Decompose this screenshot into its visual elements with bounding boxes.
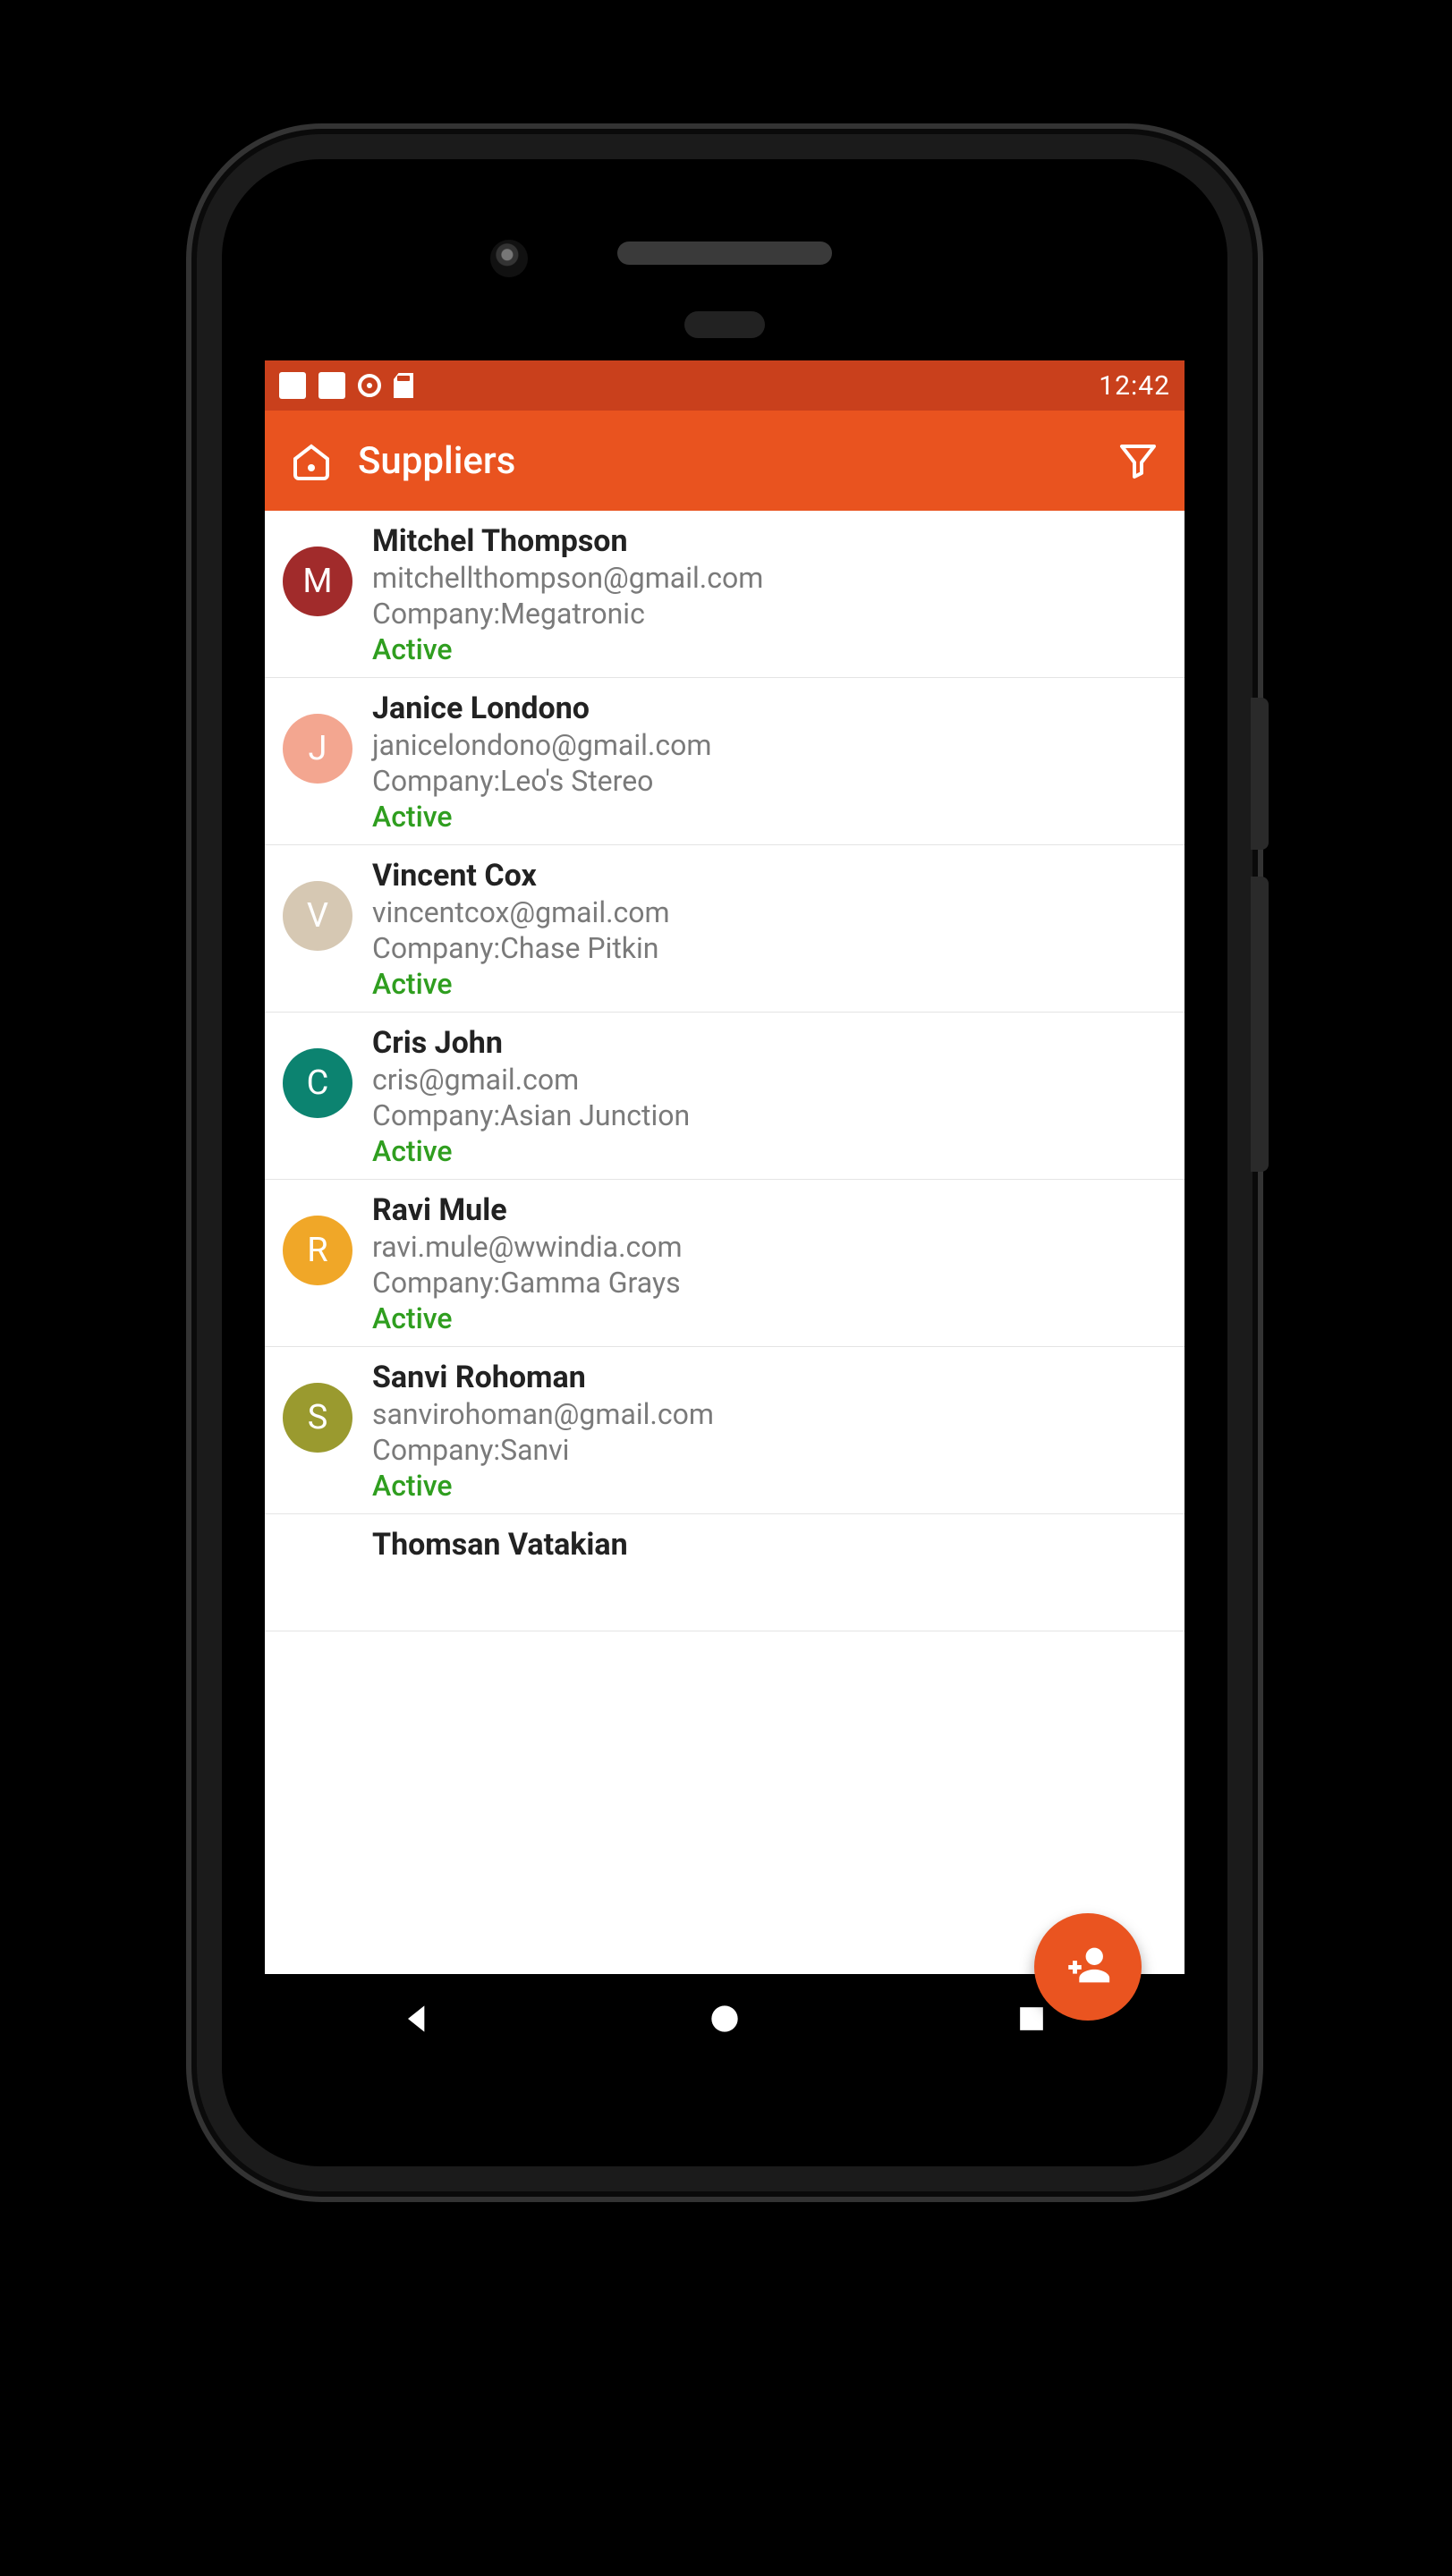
supplier-row[interactable]: TThomsan Vatakian: [265, 1514, 1185, 1631]
supplier-email: ravi.mule@wwindia.com: [372, 1230, 1167, 1264]
supplier-status: Active: [372, 1469, 1167, 1503]
supplier-company: Company:Sanvi: [372, 1433, 1167, 1467]
record-icon: [358, 374, 381, 397]
supplier-name: Mitchel Thompson: [372, 523, 1167, 559]
supplier-email: janicelondono@gmail.com: [372, 728, 1167, 762]
avatar: C: [283, 1048, 352, 1118]
app-bar: Suppliers: [265, 411, 1185, 511]
supplier-status: Active: [372, 800, 1167, 834]
supplier-name: Cris John: [372, 1025, 1167, 1061]
company-value: Chase Pitkin: [500, 931, 658, 965]
supplier-name: Thomsan Vatakian: [372, 1527, 1167, 1563]
company-label: Company:: [372, 931, 500, 965]
supplier-company: Company:Chase Pitkin: [372, 931, 1167, 965]
supplier-email: cris@gmail.com: [372, 1063, 1167, 1097]
supplier-company: Company:Megatronic: [372, 597, 1167, 631]
clock-time: 12:42: [1099, 370, 1170, 402]
company-label: Company:: [372, 1266, 500, 1300]
company-label: Company:: [372, 1433, 500, 1467]
supplier-company: Company:Asian Junction: [372, 1098, 1167, 1132]
supplier-row[interactable]: R Ravi Muleravi.mule@wwindia.comCompany:G…: [265, 1180, 1185, 1347]
screen: 12:42 Suppliers M Mitchel Thompsonmitchel…: [265, 360, 1185, 2063]
phone-camera: [490, 240, 528, 277]
supplier-row[interactable]: V Vincent Coxvincentcox@gmail.comCompany:…: [265, 845, 1185, 1013]
supplier-row-body: Mitchel Thompsonmitchellthompson@gmail.c…: [372, 523, 1167, 666]
supplier-name: Janice Londono: [372, 691, 1167, 726]
supplier-row[interactable]: S Sanvi Rohomansanvirohoman@gmail.comComp…: [265, 1347, 1185, 1514]
company-label: Company:: [372, 597, 500, 631]
supplier-status: Active: [372, 1134, 1167, 1168]
supplier-company: Company:Gamma Grays: [372, 1266, 1167, 1300]
company-value: Leo's Stereo: [500, 764, 653, 798]
status-bar: 12:42: [265, 360, 1185, 411]
avatar: M: [283, 547, 352, 616]
filter-icon[interactable]: [1113, 436, 1163, 486]
phone-frame: 12:42 Suppliers M Mitchel Thompsonmitchel…: [197, 134, 1252, 2191]
supplier-status: Active: [372, 1301, 1167, 1335]
status-indicator-icon: [318, 372, 345, 399]
supplier-company: Company:Leo's Stereo: [372, 764, 1167, 798]
supplier-email: mitchellthompson@gmail.com: [372, 561, 1167, 595]
company-label: Company:: [372, 1098, 500, 1132]
supplier-row[interactable]: M Mitchel Thompsonmitchellthompson@gmail.…: [265, 511, 1185, 678]
status-bar-right: 12:42: [1072, 370, 1170, 402]
phone-bezel: 12:42 Suppliers M Mitchel Thompsonmitchel…: [222, 159, 1227, 2166]
add-supplier-button[interactable]: [1034, 1913, 1142, 2021]
company-label: Company:: [372, 764, 500, 798]
page-title: Suppliers: [358, 439, 1091, 483]
avatar: R: [283, 1216, 352, 1285]
company-value: Gamma Grays: [500, 1266, 681, 1300]
company-value: Megatronic: [500, 597, 645, 631]
back-button[interactable]: [391, 1992, 445, 2046]
supplier-name: Vincent Cox: [372, 858, 1167, 894]
sd-card-icon: [394, 373, 413, 398]
home-icon[interactable]: [286, 436, 336, 486]
supplier-status: Active: [372, 967, 1167, 1001]
avatar: S: [283, 1383, 352, 1453]
supplier-email: vincentcox@gmail.com: [372, 895, 1167, 929]
avatar: V: [283, 881, 352, 951]
supplier-row-body: Thomsan Vatakian: [372, 1527, 1167, 1563]
supplier-email: sanvirohoman@gmail.com: [372, 1397, 1167, 1431]
supplier-row-body: Sanvi Rohomansanvirohoman@gmail.comCompa…: [372, 1360, 1167, 1503]
supplier-row-body: Vincent Coxvincentcox@gmail.comCompany:C…: [372, 858, 1167, 1001]
status-indicator-icon: [279, 372, 306, 399]
avatar: J: [283, 714, 352, 784]
home-button[interactable]: [698, 1992, 751, 2046]
status-bar-left: [279, 372, 413, 399]
supplier-status: Active: [372, 632, 1167, 666]
supplier-list[interactable]: M Mitchel Thompsonmitchellthompson@gmail.…: [265, 511, 1185, 1974]
supplier-row[interactable]: C Cris Johncris@gmail.comCompany:Asian Ju…: [265, 1013, 1185, 1180]
supplier-row-body: Ravi Muleravi.mule@wwindia.comCompany:Ga…: [372, 1192, 1167, 1335]
supplier-name: Ravi Mule: [372, 1192, 1167, 1228]
stage: 12:42 Suppliers M Mitchel Thompsonmitchel…: [0, 0, 1452, 2576]
add-person-icon: [1062, 1939, 1114, 1995]
supplier-name: Sanvi Rohoman: [372, 1360, 1167, 1395]
phone-sensor: [684, 311, 765, 338]
side-button: [1251, 698, 1269, 850]
side-button: [1251, 877, 1269, 1172]
supplier-row-body: Cris Johncris@gmail.comCompany:Asian Jun…: [372, 1025, 1167, 1168]
supplier-row-body: Janice Londonojanicelondono@gmail.comCom…: [372, 691, 1167, 834]
phone-speaker: [617, 242, 832, 265]
company-value: Sanvi: [500, 1433, 569, 1467]
supplier-row[interactable]: J Janice Londonojanicelondono@gmail.comCo…: [265, 678, 1185, 845]
company-value: Asian Junction: [500, 1098, 690, 1132]
